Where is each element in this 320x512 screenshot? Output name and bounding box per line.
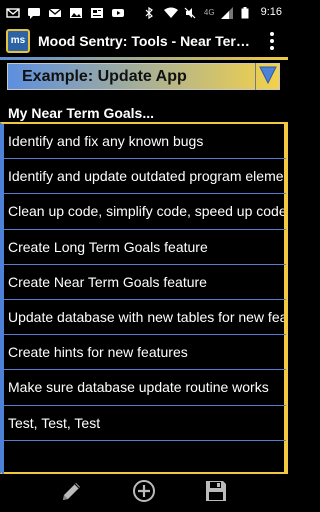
app-title: Mood Sentry: Tools - Near Term Goals xyxy=(38,32,258,49)
status-time: 9:16 xyxy=(260,6,282,18)
overflow-menu-button[interactable] xyxy=(262,29,282,53)
goal-text: Update database with new tables for new … xyxy=(8,309,286,326)
bluetooth-icon xyxy=(144,6,158,20)
goal-set-spinner[interactable]: Example: Update App xyxy=(7,63,280,90)
signal-icon xyxy=(220,6,235,19)
goal-text: Clean up code, simplify code, speed up c… xyxy=(8,203,286,220)
goal-text: Create Near Term Goals feature xyxy=(8,273,207,290)
section-title: My Near Term Goals... xyxy=(8,105,155,121)
system-icons: 4G 9:16 xyxy=(144,6,282,20)
goal-row[interactable]: Identify and update outdated program ele… xyxy=(2,159,286,195)
overflow-dot xyxy=(270,31,274,36)
mute-icon xyxy=(184,6,198,19)
goal-row[interactable]: Clean up code, simplify code, speed up c… xyxy=(2,194,286,230)
edit-button[interactable] xyxy=(57,478,87,508)
goal-row[interactable]: Create Near Term Goals feature xyxy=(2,264,286,300)
overflow-dot xyxy=(270,45,274,50)
add-circle-icon xyxy=(132,479,156,508)
battery-icon xyxy=(241,6,255,19)
goal-text: Create Long Term Goals feature xyxy=(8,238,208,255)
save-button[interactable] xyxy=(201,478,231,508)
image-icon xyxy=(69,6,83,18)
save-icon xyxy=(204,479,228,508)
dropdown-button[interactable] xyxy=(255,63,279,90)
message-icon xyxy=(27,6,41,19)
gmail-icon xyxy=(48,6,62,18)
goal-text: Identify and update outdated program ele… xyxy=(8,168,286,185)
goal-text: Test, Test, Test xyxy=(8,414,101,431)
news-icon xyxy=(90,6,104,18)
bottom-action-bar xyxy=(0,474,288,512)
goals-list: Identify and fix any known bugs Identify… xyxy=(0,122,288,476)
goal-row[interactable]: Identify and fix any known bugs xyxy=(2,124,286,160)
goal-row[interactable]: Create Long Term Goals feature xyxy=(2,229,286,265)
status-bar: 4G 9:16 xyxy=(0,0,288,24)
goal-text: Identify and fix any known bugs xyxy=(8,133,204,150)
goal-set-selected: Example: Update App xyxy=(22,67,187,85)
goal-row[interactable]: Test, Test, Test xyxy=(2,405,286,441)
goal-row[interactable]: Create hints for new features xyxy=(2,335,286,371)
goal-row-empty[interactable] xyxy=(2,440,286,476)
mail-icon xyxy=(6,6,20,18)
app-bar: ms Mood Sentry: Tools - Near Term Goals xyxy=(0,24,288,57)
goal-row[interactable]: Update database with new tables for new … xyxy=(2,299,286,336)
app-bar-divider xyxy=(0,57,288,60)
notification-icons xyxy=(6,6,125,19)
triangle-down-icon xyxy=(258,64,278,89)
goal-text: Create hints for new features xyxy=(8,344,188,361)
goal-row[interactable]: Make sure database update routine works xyxy=(2,370,286,406)
edit-icon xyxy=(60,479,84,508)
wifi-icon xyxy=(163,6,178,18)
goal-text: Make sure database update routine works xyxy=(8,379,269,396)
youtube-icon xyxy=(111,6,125,18)
lte-icon: 4G xyxy=(203,7,215,17)
add-button[interactable] xyxy=(129,478,159,508)
app-logo: ms xyxy=(6,28,30,53)
overflow-dot xyxy=(270,38,274,43)
